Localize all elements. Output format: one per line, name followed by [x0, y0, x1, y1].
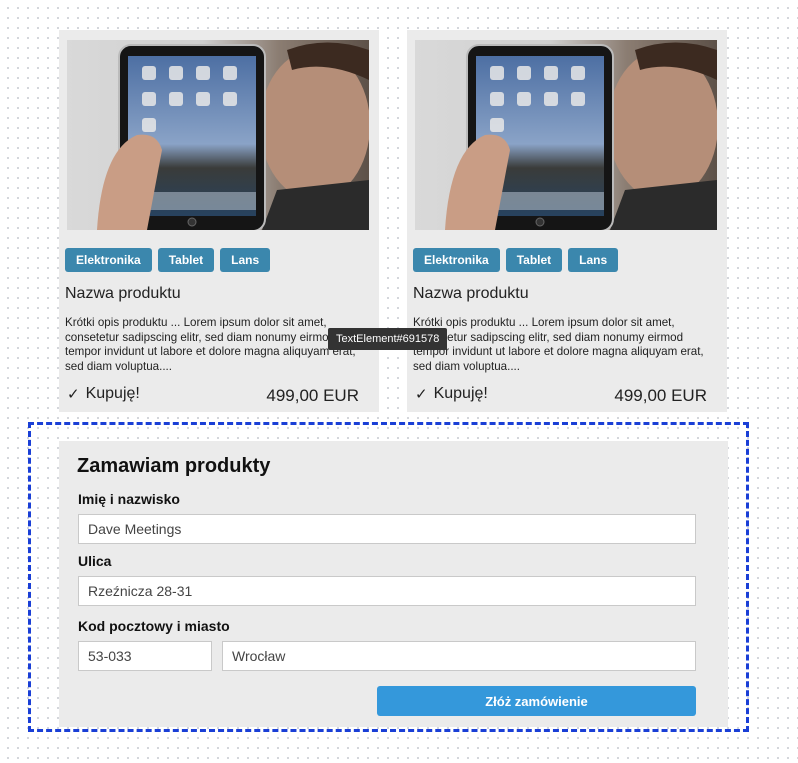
street-input[interactable] — [78, 576, 696, 606]
tag-tablet[interactable]: Tablet — [505, 248, 563, 272]
tag-list: Elektronika Tablet Lans — [65, 248, 271, 272]
name-input[interactable] — [78, 514, 696, 544]
tag-elektronika[interactable]: Elektronika — [413, 248, 500, 272]
postal-city-label: Kod pocztowy i miasto — [78, 618, 230, 634]
postal-code-input[interactable] — [78, 641, 212, 671]
order-form: Zamawiam produkty Imię i nazwisko Ulica … — [59, 441, 728, 727]
buy-checkbox[interactable]: ✓ Kupuję! — [415, 385, 488, 403]
form-title: Zamawiam produkty — [77, 455, 271, 477]
buy-label: Kupuję! — [433, 385, 488, 402]
product-card: Elektronika Tablet Lans Nazwa produktu K… — [407, 30, 727, 412]
tag-lans[interactable]: Lans — [220, 248, 271, 272]
buy-checkbox[interactable]: ✓ Kupuję! — [67, 385, 140, 403]
name-label: Imię i nazwisko — [78, 491, 180, 507]
element-tooltip: TextElement#691578 — [328, 328, 448, 350]
checkmark-icon: ✓ — [67, 386, 80, 403]
product-image — [415, 40, 717, 230]
product-card: Elektronika Tablet Lans Nazwa produktu K… — [59, 30, 379, 412]
product-image — [67, 40, 369, 230]
submit-order-button[interactable]: Złóż zamówienie — [377, 686, 696, 716]
product-price: 499,00 EUR — [614, 386, 707, 405]
buy-label: Kupuję! — [85, 385, 140, 402]
city-input[interactable] — [222, 641, 696, 671]
product-price: 499,00 EUR — [266, 386, 359, 405]
tag-elektronika[interactable]: Elektronika — [65, 248, 152, 272]
street-label: Ulica — [78, 553, 112, 569]
tag-lans[interactable]: Lans — [568, 248, 619, 272]
tag-list: Elektronika Tablet Lans — [413, 248, 619, 272]
product-description: Krótki opis produktu ... Lorem ipsum dol… — [413, 316, 704, 373]
checkmark-icon: ✓ — [415, 386, 428, 403]
product-name: Nazwa produktu — [65, 285, 181, 302]
product-description: Krótki opis produktu ... Lorem ipsum dol… — [65, 316, 356, 373]
product-name: Nazwa produktu — [413, 285, 529, 302]
tag-tablet[interactable]: Tablet — [157, 248, 215, 272]
